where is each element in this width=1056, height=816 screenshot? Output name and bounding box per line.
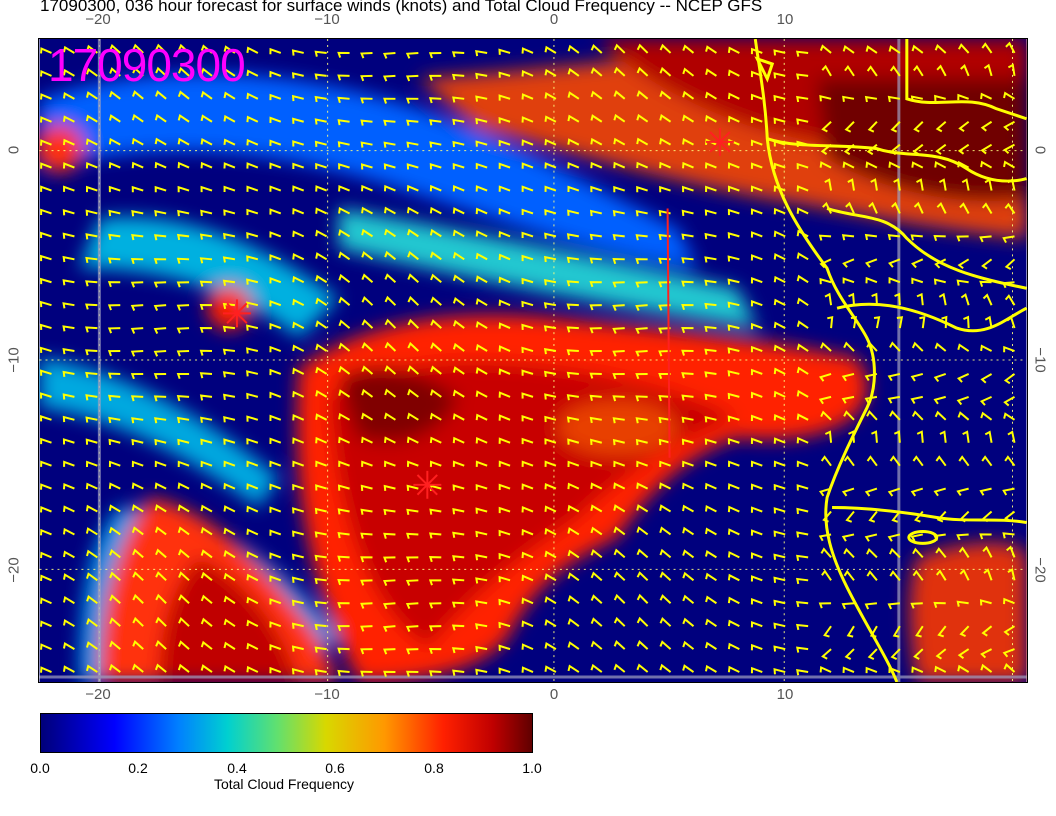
- y-tick-left: 0: [5, 145, 23, 155]
- colorbar-title: Total Cloud Frequency: [213, 776, 355, 792]
- x-tick-top: −20: [85, 11, 111, 28]
- date-stamp: 17090300: [48, 39, 246, 91]
- y-tick-left: −20: [5, 557, 23, 583]
- x-tick-top: −10: [314, 11, 340, 28]
- colorbar-tick: 0.4: [227, 760, 247, 776]
- storm-marker: [413, 470, 442, 499]
- y-tick-left: −10: [5, 347, 23, 373]
- x-tick-bottom: 10: [776, 686, 794, 703]
- colorbar-tick: 0.6: [325, 760, 345, 776]
- colorbar: [40, 713, 533, 753]
- y-tick-right: 0: [1031, 145, 1049, 155]
- y-tick-right: −20: [1031, 557, 1049, 583]
- colorbar-tick: 1.0: [522, 760, 542, 776]
- colorbar-tick: 0.2: [128, 760, 148, 776]
- x-tick-top: 0: [549, 11, 559, 28]
- y-tick-right: −10: [1031, 347, 1049, 373]
- x-tick-top: 10: [776, 11, 794, 28]
- x-tick-bottom: −10: [314, 686, 340, 703]
- x-tick-bottom: −20: [85, 686, 111, 703]
- cloud-frequency-map: [38, 38, 1028, 683]
- x-tick-bottom: 0: [549, 686, 559, 703]
- storm-marker: [222, 299, 251, 328]
- colorbar-tick: 0.8: [424, 760, 444, 776]
- storm-marker: [705, 127, 734, 156]
- colorbar-tick: 0.0: [30, 760, 50, 776]
- figure-title: 17090300, 036 hour forecast for surface …: [40, 0, 763, 15]
